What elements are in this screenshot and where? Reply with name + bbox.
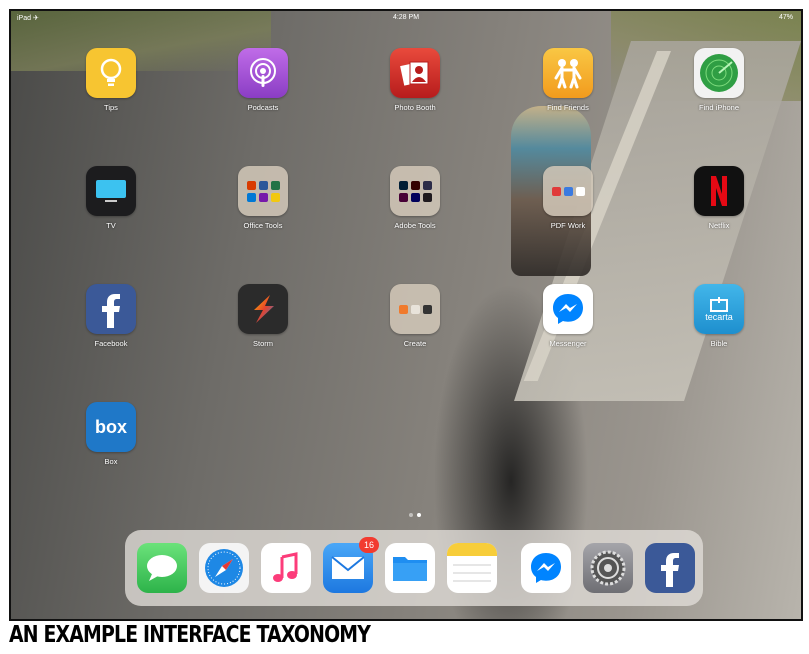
find-friends-app[interactable]: Find Friends (528, 48, 608, 112)
bible-app[interactable]: tecarta Bible (679, 284, 759, 348)
app-label: Find iPhone (698, 103, 740, 112)
netflix-app[interactable]: Netflix (679, 166, 759, 230)
page-dot[interactable] (409, 513, 413, 517)
status-bar: iPad ✈ 4:28 PM 47% (11, 12, 801, 26)
dock-messenger[interactable] (521, 543, 571, 593)
facebook-icon (86, 284, 136, 334)
box-app[interactable]: box Box (71, 402, 151, 466)
tecarta-icon: tecarta (694, 284, 744, 334)
radar-icon (694, 48, 744, 98)
mail-icon (331, 556, 365, 579)
dock-settings[interactable] (583, 543, 633, 593)
tv-app[interactable]: TV (71, 166, 151, 230)
facebook-app[interactable]: Facebook (71, 284, 151, 348)
messenger-icon (543, 284, 593, 334)
app-label: Podcasts (247, 103, 279, 112)
app-label: Netflix (708, 221, 730, 230)
app-label: Messenger (549, 339, 587, 348)
lightbulb-icon (86, 48, 136, 98)
app-label: Storm (252, 339, 273, 348)
mail-badge: 16 (359, 537, 379, 553)
find-iphone-app[interactable]: Find iPhone (679, 48, 759, 112)
box-icon: box (86, 402, 136, 452)
dock: 16 (125, 530, 703, 606)
folder-icon (543, 166, 593, 216)
adobe-tools-folder[interactable]: Adobe Tools (375, 166, 455, 230)
messages-icon (147, 555, 177, 581)
dock-messages[interactable] (137, 543, 187, 593)
page-dot-active[interactable] (417, 513, 421, 517)
folder-icon (390, 284, 440, 334)
podcast-icon (238, 48, 288, 98)
icon-text: tecarta (705, 312, 733, 322)
netflix-icon (694, 166, 744, 216)
app-label: Facebook (94, 339, 128, 348)
office-tools-folder[interactable]: Office Tools (223, 166, 303, 230)
tips-app[interactable]: Tips (71, 48, 151, 112)
app-label: Create (403, 339, 427, 348)
podcasts-app[interactable]: Podcasts (223, 48, 303, 112)
files-icon (393, 557, 427, 581)
dock-safari[interactable] (199, 543, 249, 593)
photo-booth-app[interactable]: Photo Booth (375, 48, 455, 112)
app-label: Tips (104, 103, 118, 112)
settings-icon (590, 550, 626, 586)
notes-icon (447, 543, 497, 582)
app-label: Photo Booth (394, 103, 436, 112)
app-label: Adobe Tools (394, 221, 436, 230)
pdf-work-folder[interactable]: PDF Work (528, 166, 608, 230)
friends-icon (543, 48, 593, 98)
app-label: Box (104, 457, 118, 466)
page-indicator[interactable] (409, 513, 421, 517)
dock-files[interactable] (385, 543, 435, 593)
facebook-icon (661, 553, 679, 587)
dock-facebook[interactable] (645, 543, 695, 593)
dock-mail[interactable]: 16 (323, 537, 379, 593)
folder-icon (390, 166, 440, 216)
safari-icon (205, 549, 243, 587)
icon-text: box (94, 416, 127, 437)
dock-music[interactable] (261, 543, 311, 593)
app-label: PDF Work (550, 221, 586, 230)
create-folder[interactable]: Create (375, 284, 455, 348)
ipad-screen: iPad ✈ 4:28 PM 47% Tips Podcasts Photo B… (9, 9, 803, 621)
folder-icon (238, 166, 288, 216)
storm-icon (238, 284, 288, 334)
dock-notes[interactable] (447, 543, 497, 593)
storm-app[interactable]: Storm (223, 284, 303, 348)
app-label: TV (106, 221, 116, 230)
status-time: 4:28 PM (392, 14, 420, 21)
battery-text: 47% (778, 14, 793, 21)
messenger-app[interactable]: Messenger (528, 284, 608, 348)
app-label: Office Tools (243, 221, 283, 230)
tv-icon (86, 166, 136, 216)
photo-booth-icon (390, 48, 440, 98)
app-label: Find Friends (547, 103, 589, 112)
music-icon (273, 552, 298, 582)
figure-caption: AN EXAMPLE INTERFACE TAXONOMY (9, 622, 371, 648)
app-label: Bible (710, 339, 728, 348)
messenger-icon (531, 553, 561, 583)
